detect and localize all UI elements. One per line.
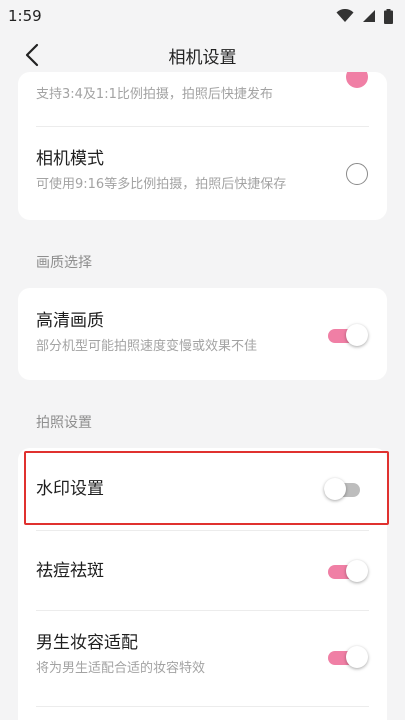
status-icons	[336, 8, 393, 24]
divider	[36, 706, 369, 707]
quality-card: 高清画质 部分机型可能拍照速度变慢或效果不佳	[18, 288, 387, 380]
toggle-knob	[324, 478, 346, 500]
signal-icon	[363, 10, 375, 22]
photo-settings-card: 水印设置 祛痘祛斑 男生妆容适配 将为男生适配合适的妆容特效	[18, 448, 387, 720]
section-label-quality: 画质选择	[36, 255, 92, 271]
toggle-knob	[346, 560, 368, 582]
acne-removal-toggle[interactable]	[328, 560, 368, 582]
watermark-title: 水印设置	[36, 479, 104, 499]
camera-options-card: 支持3:4及1:1比例拍摄，拍照后快捷发布 相机模式 可使用9:16等多比例拍摄…	[18, 72, 387, 220]
camera-mode-row[interactable]: 相机模式 可使用9:16等多比例拍摄，拍照后快捷保存	[18, 148, 387, 208]
male-makeup-desc: 将为男生适配合适的妆容特效	[36, 661, 206, 676]
male-makeup-title: 男生妆容适配	[36, 633, 138, 653]
divider	[36, 610, 369, 611]
battery-icon	[384, 8, 393, 24]
hd-quality-title: 高清画质	[36, 311, 104, 331]
partial-option-row[interactable]: 支持3:4及1:1比例拍摄，拍照后快捷发布	[18, 86, 387, 122]
back-button[interactable]	[18, 40, 46, 70]
divider	[36, 126, 369, 127]
camera-mode-desc: 可使用9:16等多比例拍摄，拍照后快捷保存	[36, 177, 287, 192]
page-title: 相机设置	[168, 47, 237, 68]
back-arrow-icon	[25, 43, 39, 67]
divider	[36, 530, 369, 531]
camera-mode-title: 相机模式	[36, 149, 104, 169]
hd-quality-toggle[interactable]	[328, 324, 368, 346]
status-time: 1:59	[8, 7, 42, 25]
male-makeup-toggle[interactable]	[328, 646, 368, 668]
acne-removal-title: 祛痘祛斑	[36, 561, 104, 581]
wifi-icon	[336, 9, 354, 22]
section-label-photo: 拍照设置	[36, 415, 92, 431]
status-bar: 1:59	[0, 0, 405, 32]
toggle-knob	[346, 646, 368, 668]
camera-mode-radio[interactable]	[346, 163, 368, 185]
partial-option-desc: 支持3:4及1:1比例拍摄，拍照后快捷发布	[36, 87, 273, 102]
hd-quality-desc: 部分机型可能拍照速度变慢或效果不佳	[36, 339, 258, 354]
toggle-knob	[346, 324, 368, 346]
watermark-toggle[interactable]	[324, 478, 364, 500]
